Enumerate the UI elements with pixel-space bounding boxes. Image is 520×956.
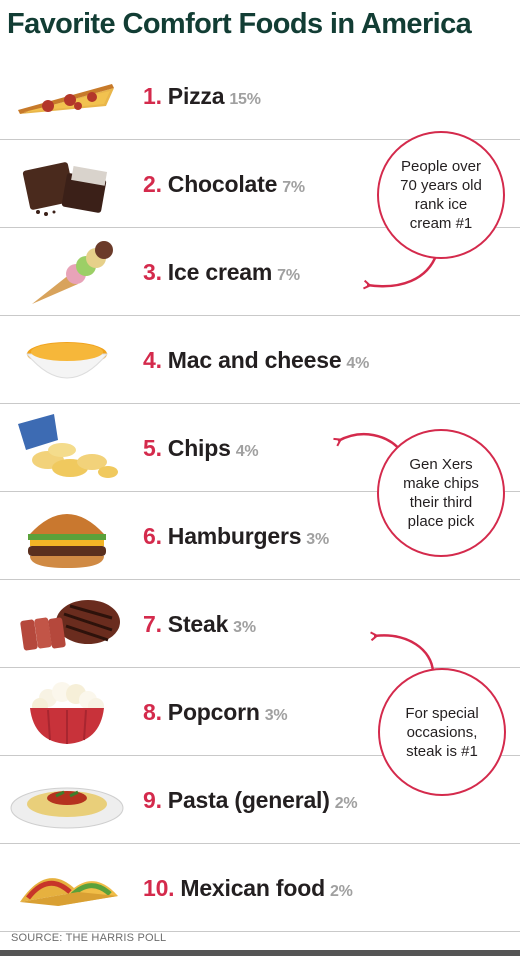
rank-number: 3.	[143, 259, 162, 285]
tacos-icon	[20, 878, 118, 906]
percent-value: 4%	[346, 355, 370, 372]
annotation-text: Gen Xers make chips their third place pi…	[403, 456, 479, 530]
chart-title: Favorite Comfort Foods in America	[7, 8, 472, 40]
food-name: Mexican food	[180, 875, 325, 901]
percent-value: 15%	[229, 91, 261, 108]
source-note: SOURCE: THE HARRIS POLL	[11, 932, 167, 944]
pasta-plate-icon	[10, 787, 124, 829]
annotation-bubble-steak: For special occasions, steak is #1	[378, 668, 506, 796]
potato-chips-icon	[18, 414, 118, 478]
food-label: 4. Mac and cheese 4%	[143, 316, 369, 404]
food-name: Pasta (general)	[167, 787, 330, 813]
food-name: Hamburgers	[167, 523, 302, 549]
percent-value: 3%	[264, 707, 288, 724]
annotation-bubble-chips: Gen Xers make chips their third place pi…	[377, 429, 505, 557]
rank-number: 8.	[143, 699, 162, 725]
hamburger-icon	[28, 514, 106, 568]
food-name: Mac and cheese	[167, 347, 342, 373]
food-name: Chips	[167, 435, 231, 461]
rank-number: 7.	[143, 611, 162, 637]
rank-number: 5.	[143, 435, 162, 461]
food-label: 1. Pizza 15%	[143, 52, 261, 140]
ice-cream-cone-icon	[32, 241, 113, 304]
bottom-bar	[0, 950, 520, 956]
food-row: 10. Mexican food 2%	[0, 844, 520, 932]
rank-number: 10.	[143, 875, 175, 901]
rank-number: 1.	[143, 83, 162, 109]
percent-value: 7%	[277, 267, 300, 284]
popcorn-bowl-icon	[30, 682, 104, 744]
annotation-bubble-ice-cream: People over 70 years old rank ice cream …	[377, 131, 505, 259]
food-label: 2. Chocolate 7%	[143, 140, 305, 228]
steak-icon	[20, 600, 120, 651]
percent-value: 2%	[329, 883, 353, 900]
pizza-slice-icon	[18, 84, 114, 114]
rank-number: 9.	[143, 787, 162, 813]
food-name: Chocolate	[167, 171, 278, 197]
percent-value: 3%	[233, 619, 256, 636]
rank-number: 6.	[143, 523, 162, 549]
food-label: 8. Popcorn 3%	[143, 668, 288, 756]
food-label: 3. Ice cream 7%	[143, 228, 300, 316]
food-row: 7. Steak 3%	[0, 580, 520, 668]
percent-value: 2%	[334, 795, 358, 812]
percent-value: 7%	[282, 179, 305, 196]
annotation-text: For special occasions, steak is #1	[405, 704, 479, 760]
food-row: 4. Mac and cheese 4%	[0, 316, 520, 404]
food-name: Ice cream	[167, 259, 273, 285]
food-name: Pizza	[167, 83, 225, 109]
chocolate-bar-icon	[22, 162, 108, 216]
food-name: Steak	[167, 611, 229, 637]
food-label: 10. Mexican food 2%	[143, 844, 353, 932]
food-label: 6. Hamburgers 3%	[143, 492, 329, 580]
mac-and-cheese-bowl-icon	[25, 342, 109, 379]
annotation-text: People over 70 years old rank ice cream …	[400, 158, 482, 232]
percent-value: 4%	[235, 443, 259, 460]
percent-value: 3%	[306, 531, 330, 548]
rank-number: 2.	[143, 171, 162, 197]
rank-number: 4.	[143, 347, 162, 373]
food-label: 7. Steak 3%	[143, 580, 256, 668]
food-name: Popcorn	[167, 699, 260, 725]
food-row: 1. Pizza 15%	[0, 52, 520, 140]
food-label: 5. Chips 4%	[143, 404, 259, 492]
food-label: 9. Pasta (general) 2%	[143, 756, 358, 844]
